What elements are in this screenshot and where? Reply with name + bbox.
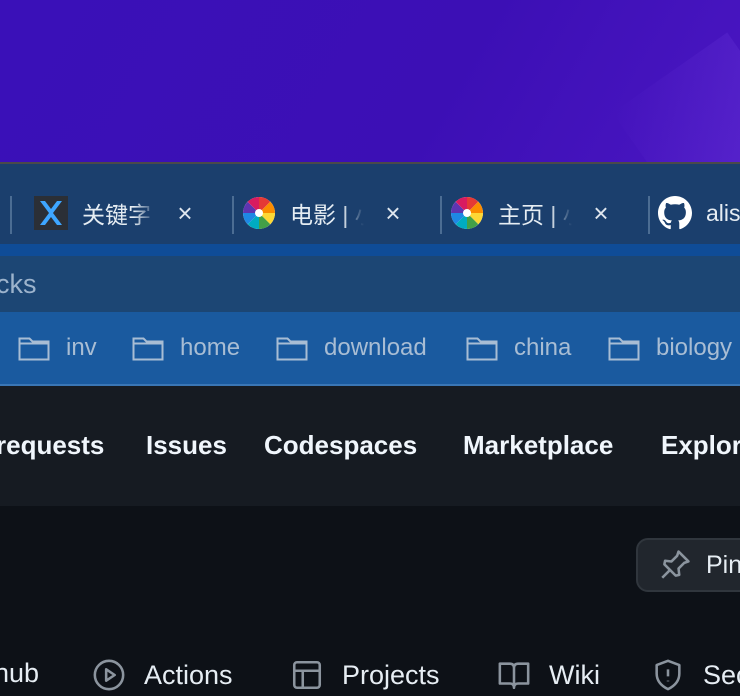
close-icon[interactable]: × — [172, 200, 198, 226]
book-icon — [498, 662, 530, 690]
folder-icon — [276, 337, 308, 361]
tab-github[interactable]: alis — [648, 182, 740, 244]
address-text: cks — [0, 269, 37, 299]
tab-separator — [648, 196, 650, 234]
folder-icon — [466, 337, 498, 361]
nav-issues[interactable]: Issues — [146, 430, 227, 461]
repo-tab-label: Sec — [703, 659, 740, 690]
bookmark-label: inv — [66, 334, 97, 361]
bookmark-folder[interactable]: china — [466, 330, 571, 366]
tab-movies[interactable]: 电影 | 小 × — [232, 182, 406, 244]
tab-home[interactable]: 主页 | 小 × — [440, 182, 614, 244]
color-wheel-icon — [450, 196, 484, 230]
bookmark-label: home — [180, 334, 241, 361]
repo-tab-wiki[interactable]: Wiki — [497, 658, 600, 692]
desktop-background — [0, 0, 740, 228]
pin-label: Pin — [706, 550, 740, 579]
color-wheel-icon — [242, 196, 276, 230]
tab-keywords[interactable]: 关键字 × — [34, 182, 198, 244]
nav-pull-requests[interactable]: requests — [0, 430, 104, 461]
repo-tab-actions[interactable]: Actions — [92, 658, 233, 692]
bookmark-label: china — [514, 334, 572, 361]
tab-title: 主页 | 小 — [498, 202, 572, 228]
folder-icon — [608, 337, 640, 361]
bookmark-folder[interactable]: biology — [608, 330, 732, 366]
repo-tab-projects[interactable]: Projects — [290, 658, 440, 692]
bookmark-folder[interactable]: inv — [18, 330, 97, 366]
repo-tab-security[interactable]: Sec — [651, 658, 740, 692]
github-header: requests Issues Codespaces Marketplace E… — [0, 386, 740, 506]
repo-tab-label: Actions — [144, 659, 233, 690]
close-icon[interactable]: × — [380, 200, 406, 226]
bookmark-label: biology — [656, 334, 733, 361]
folder-icon — [18, 337, 50, 361]
pin-icon — [661, 550, 690, 579]
tab-separator — [10, 196, 12, 234]
tab-title: alis — [706, 199, 740, 226]
tab-title: 电影 | 小 — [290, 202, 364, 228]
close-icon[interactable]: × — [588, 200, 614, 226]
nav-codespaces[interactable]: Codespaces — [264, 430, 417, 461]
tab-title: 关键字 — [82, 202, 151, 228]
tab-separator — [440, 196, 442, 234]
bookmarks-bar: inv home download china biology — [0, 312, 740, 386]
repo-tab-github[interactable]: hub — [0, 658, 39, 689]
address-bar[interactable]: cks — [0, 256, 740, 312]
tab-strip-bottom — [0, 244, 740, 256]
repo-nav: hub Actions Projects Wiki Sec — [0, 652, 740, 696]
bookmark-label: download — [324, 334, 427, 361]
repo-tab-label: Projects — [342, 659, 440, 690]
play-icon — [93, 659, 125, 691]
nav-marketplace[interactable]: Marketplace — [463, 430, 613, 461]
folder-icon — [132, 337, 164, 361]
table-icon — [292, 660, 322, 690]
github-icon — [658, 196, 692, 230]
nav-explore[interactable]: Explor — [661, 430, 740, 461]
bookmark-folder[interactable]: download — [276, 330, 427, 366]
repo-tab-label: Wiki — [549, 659, 600, 690]
x-app-icon — [34, 196, 68, 230]
tab-separator — [232, 196, 234, 234]
shield-icon — [655, 659, 681, 691]
pin-button[interactable]: Pin — [636, 538, 740, 592]
repo-tab-label: hub — [0, 658, 40, 688]
bookmark-folder[interactable]: home — [132, 330, 240, 366]
browser-tab-strip: 关键字 × 电影 | 小 × — [0, 164, 740, 256]
